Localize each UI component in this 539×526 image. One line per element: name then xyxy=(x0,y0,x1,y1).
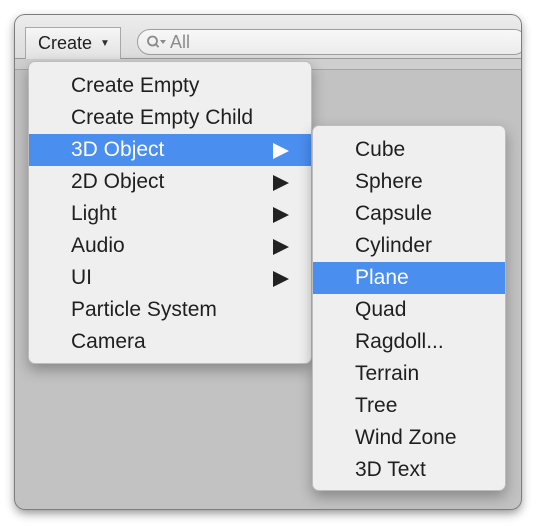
submenu-item-label: Cylinder xyxy=(355,234,433,257)
search-field[interactable]: All xyxy=(137,29,521,55)
menu-item-label: Create Empty xyxy=(71,74,200,97)
menu-item-particle-system[interactable]: Particle System xyxy=(29,294,311,326)
submenu-item-label: Ragdoll... xyxy=(355,330,444,353)
submenu-item-label: 3D Text xyxy=(355,458,426,481)
submenu-arrow-icon xyxy=(273,143,289,159)
submenu-item-label: Quad xyxy=(355,298,407,321)
submenu-arrow-icon xyxy=(273,175,289,191)
menu-item-audio[interactable]: Audio xyxy=(29,230,311,262)
menu-item-3d-object[interactable]: 3D Object xyxy=(29,134,311,166)
toolbar: Create ▼ All xyxy=(15,15,521,59)
menu-item-label: Audio xyxy=(71,234,125,257)
submenu-item-quad[interactable]: Quad xyxy=(313,294,505,326)
submenu-item-ragdoll[interactable]: Ragdoll... xyxy=(313,326,505,358)
menu-item-label: 2D Object xyxy=(71,170,165,193)
submenu-item-label: Tree xyxy=(355,394,398,417)
menu-item-label: UI xyxy=(71,266,92,289)
submenu-item-tree[interactable]: Tree xyxy=(313,390,505,422)
submenu-item-label: Wind Zone xyxy=(355,426,457,449)
menu-item-ui[interactable]: UI xyxy=(29,262,311,294)
submenu-item-label: Sphere xyxy=(355,170,423,193)
menu-item-label: 3D Object xyxy=(71,138,165,161)
search-icon xyxy=(147,35,166,48)
create-menu: Create Empty Create Empty Child 3D Objec… xyxy=(28,61,312,364)
submenu-item-capsule[interactable]: Capsule xyxy=(313,198,505,230)
submenu-item-3d-text[interactable]: 3D Text xyxy=(313,454,505,486)
menu-item-camera[interactable]: Camera xyxy=(29,326,311,358)
dropdown-caret-icon: ▼ xyxy=(100,38,110,49)
submenu-item-plane[interactable]: Plane xyxy=(313,262,505,294)
menu-item-2d-object[interactable]: 2D Object xyxy=(29,166,311,198)
submenu-item-label: Cube xyxy=(355,138,406,161)
menu-item-light[interactable]: Light xyxy=(29,198,311,230)
create-button-label: Create xyxy=(38,33,93,53)
menu-item-label: Particle System xyxy=(71,298,217,321)
menu-item-create-empty[interactable]: Create Empty xyxy=(29,70,311,102)
submenu-arrow-icon xyxy=(273,271,289,287)
submenu-item-label: Plane xyxy=(355,266,409,289)
3d-object-submenu: Cube Sphere Capsule Cylinder Plane Quad … xyxy=(312,125,506,491)
submenu-item-cube[interactable]: Cube xyxy=(313,134,505,166)
submenu-item-terrain[interactable]: Terrain xyxy=(313,358,505,390)
submenu-arrow-icon xyxy=(273,239,289,255)
menu-item-label: Light xyxy=(71,202,117,225)
submenu-arrow-icon xyxy=(273,207,289,223)
menu-item-label: Create Empty Child xyxy=(71,106,254,129)
submenu-item-sphere[interactable]: Sphere xyxy=(313,166,505,198)
menu-item-create-empty-child[interactable]: Create Empty Child xyxy=(29,102,311,134)
submenu-item-cylinder[interactable]: Cylinder xyxy=(313,230,505,262)
menu-item-label: Camera xyxy=(71,330,146,353)
submenu-item-label: Terrain xyxy=(355,362,420,385)
submenu-item-label: Capsule xyxy=(355,202,433,225)
create-dropdown-button[interactable]: Create ▼ xyxy=(25,27,121,59)
search-placeholder: All xyxy=(170,31,191,52)
submenu-item-wind-zone[interactable]: Wind Zone xyxy=(313,422,505,454)
